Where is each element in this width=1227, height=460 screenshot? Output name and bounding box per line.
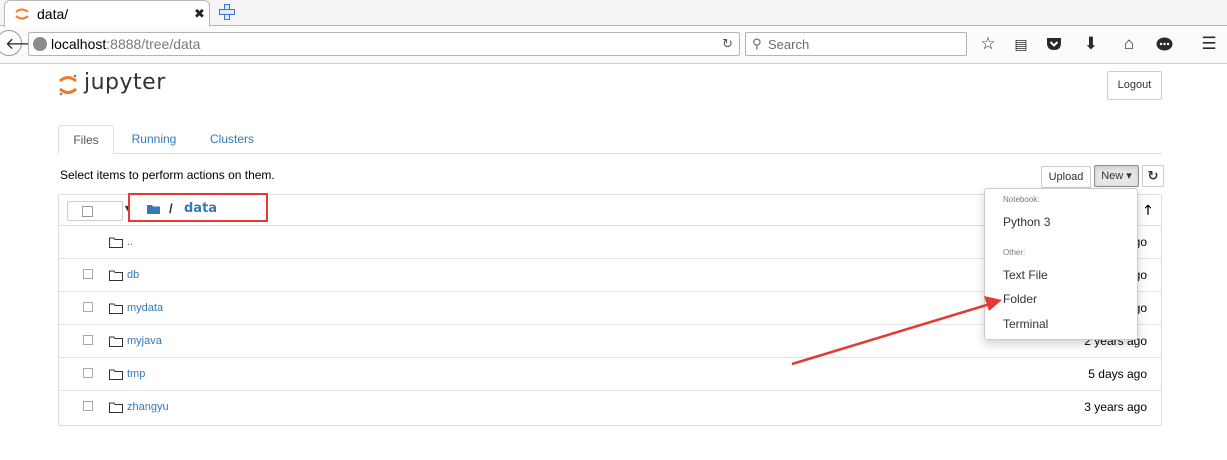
sort-arrow-icon[interactable]: 🡑	[1139, 201, 1157, 221]
row-checkbox[interactable]	[83, 269, 93, 279]
new-button[interactable]: New ▾	[1094, 165, 1139, 187]
url-text: localhost:8888/tree/data	[51, 36, 200, 52]
row-checkbox[interactable]	[83, 368, 93, 378]
dropdown-header-notebook: Notebook:	[1003, 195, 1040, 204]
back-button[interactable]: 🡐	[0, 30, 48, 56]
folder-outline-icon	[109, 303, 123, 314]
star-icon[interactable]: ☆	[977, 34, 999, 54]
menu-item-python3[interactable]: Python 3	[1003, 215, 1050, 229]
file-name-link[interactable]: tmp	[127, 368, 145, 380]
browser-tab[interactable]: data/ ✖	[4, 0, 210, 27]
folder-outline-icon	[109, 369, 123, 380]
tab-clusters[interactable]: Clusters	[200, 125, 264, 154]
search-bar[interactable]: ⚲	[745, 32, 967, 56]
table-row[interactable]: tmp 5 days ago	[59, 358, 1161, 391]
row-checkbox[interactable]	[83, 335, 93, 345]
dropdown-header-other: Other:	[1003, 248, 1026, 257]
tab-files[interactable]: Files	[58, 125, 114, 154]
logout-button[interactable]: Logout	[1107, 71, 1162, 100]
search-icon: ⚲	[752, 36, 762, 51]
refresh-button[interactable]: ↻	[1142, 165, 1164, 187]
download-icon[interactable]: ⬇	[1080, 34, 1102, 54]
row-checkbox[interactable]	[83, 401, 93, 411]
file-name-link[interactable]: ..	[127, 236, 133, 248]
search-input[interactable]	[768, 35, 958, 53]
url-bar[interactable]: localhost:8888/tree/data ↻	[28, 32, 740, 56]
select-all-checkbox[interactable]	[82, 206, 93, 217]
refresh-icon: ↻	[1147, 168, 1159, 183]
file-name-link[interactable]: zhangyu	[127, 401, 169, 413]
menu-icon[interactable]: ☰	[1198, 34, 1220, 54]
reading-list-icon[interactable]: ▤	[1010, 34, 1032, 54]
url-path: :8888/tree/data	[106, 36, 201, 52]
selection-hint: Select items to perform actions on them.	[60, 168, 275, 182]
folder-outline-icon	[109, 237, 123, 248]
home-icon[interactable]: ⌂	[1118, 34, 1140, 54]
chat-icon[interactable]	[1156, 37, 1173, 52]
globe-icon	[33, 37, 47, 51]
modified-time: 5 days ago	[1088, 367, 1147, 381]
tab-close-icon[interactable]: ✖	[194, 6, 205, 22]
pocket-icon[interactable]	[1046, 37, 1062, 51]
browser-nav-bar: 🡐 localhost:8888/tree/data ↻ ⚲ ☆ ▤ ⬇ ⌂ ☰	[0, 27, 1227, 64]
annotation-highlight-box	[128, 193, 268, 222]
url-host: localhost	[51, 36, 107, 52]
folder-outline-icon	[109, 270, 123, 281]
upload-button[interactable]: Upload	[1041, 166, 1091, 188]
folder-outline-icon	[109, 402, 123, 413]
file-name-link[interactable]: db	[127, 269, 139, 281]
menu-item-text-file[interactable]: Text File	[1003, 268, 1048, 282]
file-name-link[interactable]: myjava	[127, 335, 162, 347]
tab-title: data/	[37, 6, 69, 22]
modified-time: 3 years ago	[1084, 400, 1147, 414]
row-checkbox[interactable]	[83, 302, 93, 312]
logo-text: jupyter	[84, 70, 166, 95]
select-all-group[interactable]	[67, 201, 123, 221]
jupyter-favicon-icon	[15, 8, 29, 20]
new-dropdown-menu: Notebook: Python 3 Other: Text File Fold…	[984, 188, 1138, 340]
file-name-link[interactable]: mydata	[127, 302, 163, 314]
tab-running[interactable]: Running	[124, 125, 184, 154]
folder-outline-icon	[109, 336, 123, 347]
menu-item-terminal[interactable]: Terminal	[1003, 317, 1048, 331]
table-row[interactable]: zhangyu 3 years ago	[59, 391, 1161, 424]
menu-item-folder[interactable]: Folder	[1003, 292, 1037, 306]
new-tab-icon[interactable]	[218, 3, 236, 21]
browser-tab-bar: data/ ✖	[0, 0, 1227, 27]
jupyter-logo-icon	[59, 74, 77, 96]
reload-icon[interactable]: ↻	[722, 36, 733, 52]
